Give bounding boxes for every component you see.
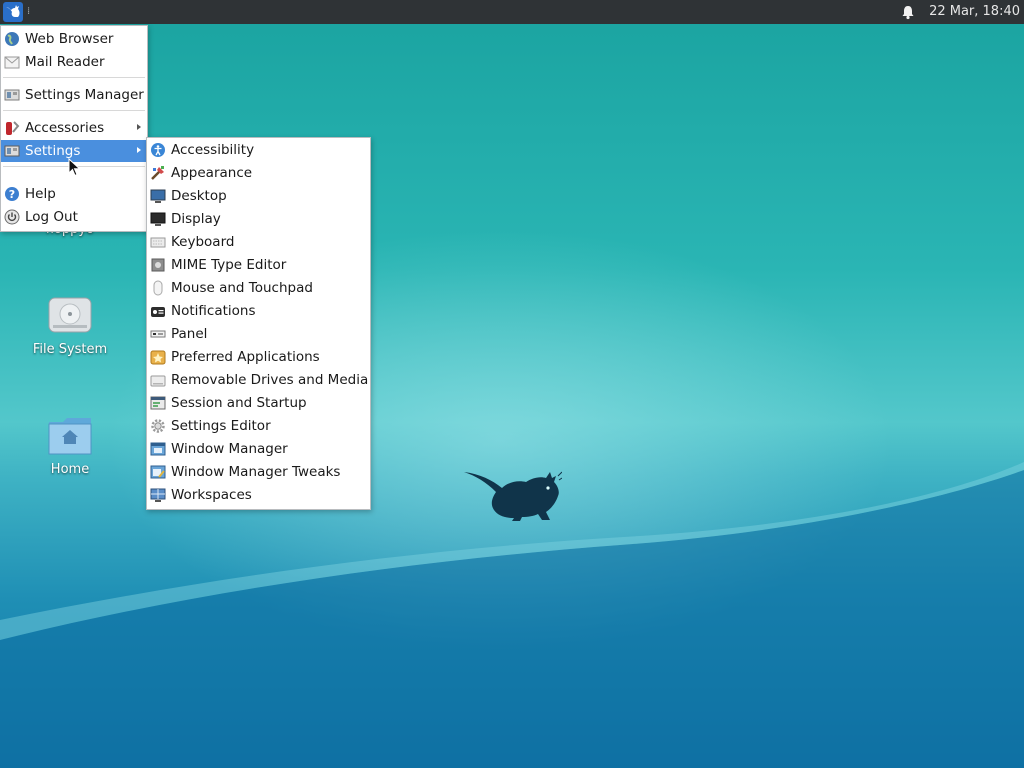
hard-drive-icon	[48, 297, 92, 333]
menu-item-label: Help	[25, 186, 56, 202]
menu-item-accessibility[interactable]: Accessibility	[147, 139, 370, 161]
applications-menu: Web Browser Mail Reader Settings Manager…	[0, 25, 148, 232]
menu-item-help[interactable]: ? Help	[1, 183, 147, 205]
menu-item-label: Settings	[25, 143, 81, 159]
menu-item-accessories[interactable]: Accessories	[1, 117, 147, 139]
menu-item-label: Session and Startup	[171, 395, 307, 411]
menu-item-mime-type-editor[interactable]: MIME Type Editor	[147, 254, 370, 276]
menu-item-label: Keyboard	[171, 234, 235, 250]
desktop-icon-home[interactable]: Home	[20, 414, 120, 477]
menu-item-session-and-startup[interactable]: Session and Startup	[147, 392, 370, 414]
mail-icon	[4, 56, 20, 69]
menu-item-label: Log Out	[25, 209, 78, 225]
menu-item-label: Notifications	[171, 303, 256, 319]
xfce-mouse-icon	[6, 5, 20, 17]
menu-item-label: Window Manager Tweaks	[171, 464, 341, 480]
home-folder-icon	[48, 418, 92, 455]
appearance-icon	[151, 166, 164, 180]
menu-item-window-manager-tweaks[interactable]: Window Manager Tweaks	[147, 461, 370, 483]
panel-separator: ⁞	[27, 6, 31, 17]
menu-item-label: Settings Editor	[171, 418, 271, 434]
menu-item-preferred-applications[interactable]: Preferred Applications	[147, 346, 370, 368]
settings-submenu: Accessibility Appearance Desktop Display…	[146, 137, 371, 510]
globe-icon	[5, 32, 19, 46]
menu-item-label: Web Browser	[25, 31, 114, 47]
desktop-icon	[150, 189, 166, 203]
menu-item-settings-manager[interactable]: Settings Manager	[1, 84, 147, 106]
menu-item-workspaces[interactable]: Workspaces	[147, 484, 370, 506]
applications-menu-button[interactable]	[3, 2, 23, 22]
menu-item-label: Preferred Applications	[171, 349, 320, 365]
menu-item-mail-reader[interactable]: Mail Reader	[1, 51, 147, 73]
menu-item-label: Mouse and Touchpad	[171, 280, 313, 296]
menu-item-notifications[interactable]: Notifications	[147, 300, 370, 322]
top-panel: ⁞ 22 Mar, 18:40	[0, 0, 1024, 24]
menu-item-display[interactable]: Display	[147, 208, 370, 230]
menu-item-desktop[interactable]: Desktop	[147, 185, 370, 207]
settings-icon	[4, 145, 20, 157]
help-icon: ?	[5, 187, 19, 201]
mouse-pointer-icon	[68, 158, 81, 177]
settings-manager-icon	[4, 89, 20, 101]
menu-item-panel[interactable]: Panel	[147, 323, 370, 345]
menu-item-keyboard[interactable]: Keyboard	[147, 231, 370, 253]
menu-item-label: Window Manager	[171, 441, 288, 457]
preferred-apps-icon	[150, 350, 166, 365]
session-icon	[150, 396, 166, 410]
submenu-arrow-icon	[137, 124, 141, 130]
menu-item-settings-editor[interactable]: Settings Editor	[147, 415, 370, 437]
desktop-icon-label: File System	[32, 342, 108, 357]
menu-item-label: Mail Reader	[25, 54, 105, 70]
submenu-arrow-icon	[137, 147, 141, 153]
menu-separator	[3, 110, 145, 111]
menu-item-label: Appearance	[171, 165, 253, 181]
mime-icon	[151, 258, 165, 272]
mouse-icon	[153, 280, 163, 296]
desktop-icon-file-system[interactable]: File System	[20, 294, 120, 357]
menu-item-label: Accessibility	[171, 142, 255, 158]
menu-separator	[3, 77, 145, 78]
menu-item-window-manager[interactable]: Window Manager	[147, 438, 370, 460]
accessories-icon	[6, 121, 20, 135]
keyboard-icon	[150, 237, 166, 248]
display-icon	[150, 212, 166, 226]
menu-item-log-out[interactable]: Log Out	[1, 206, 147, 228]
accessibility-icon	[151, 143, 165, 157]
notifications-icon	[151, 307, 165, 317]
menu-item-mouse-and-touchpad[interactable]: Mouse and Touchpad	[147, 277, 370, 299]
menu-item-label: Workspaces	[171, 487, 252, 503]
gear-icon	[151, 419, 165, 433]
menu-item-label: MIME Type Editor	[171, 257, 287, 273]
workspaces-icon	[150, 488, 166, 502]
removable-drive-icon	[150, 375, 166, 387]
wm-tweaks-icon	[150, 465, 166, 479]
panel-icon	[150, 330, 166, 338]
menu-item-label: Accessories	[25, 120, 105, 136]
bell-icon[interactable]	[900, 4, 916, 20]
clock[interactable]: 22 Mar, 18:40	[929, 4, 1020, 19]
menu-item-label: Panel	[171, 326, 208, 342]
window-manager-icon	[150, 442, 166, 456]
menu-item-appearance[interactable]: Appearance	[147, 162, 370, 184]
menu-item-label: Removable Drives and Media	[171, 372, 369, 388]
menu-item-label: Display	[171, 211, 221, 227]
svg-text:?: ?	[9, 188, 15, 201]
menu-item-removable-drives-and-media[interactable]: Removable Drives and Media	[147, 369, 370, 391]
menu-item-label: Settings Manager	[25, 87, 144, 103]
menu-item-web-browser[interactable]: Web Browser	[1, 28, 147, 50]
desktop-icon-label: Home	[50, 462, 90, 477]
menu-item-label: Desktop	[171, 188, 227, 204]
xfce-mouse-logo	[464, 471, 562, 521]
power-icon	[4, 209, 20, 225]
